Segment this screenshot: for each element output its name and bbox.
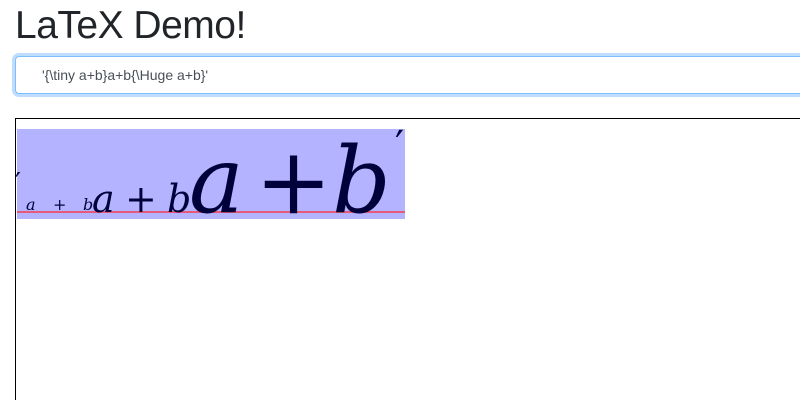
latex-input[interactable]: [15, 56, 800, 94]
huge-prime: ′: [395, 123, 404, 169]
page-title: LaTeX Demo!: [15, 4, 246, 47]
normal-plus: +: [125, 177, 157, 221]
huge-b: b: [332, 127, 391, 234]
normal-b: b: [167, 177, 191, 221]
tiny-a: a: [26, 195, 36, 214]
huge-plus: +: [255, 128, 332, 235]
tiny-plus: +: [53, 195, 66, 214]
huge-a: a: [189, 127, 244, 234]
latex-render-area: ′ a + b a + b a + b ′: [15, 118, 800, 400]
tiny-prime: ′: [15, 168, 21, 198]
math-expression: ′ a + b a + b a + b ′: [15, 123, 404, 235]
normal-a: a: [92, 177, 115, 221]
